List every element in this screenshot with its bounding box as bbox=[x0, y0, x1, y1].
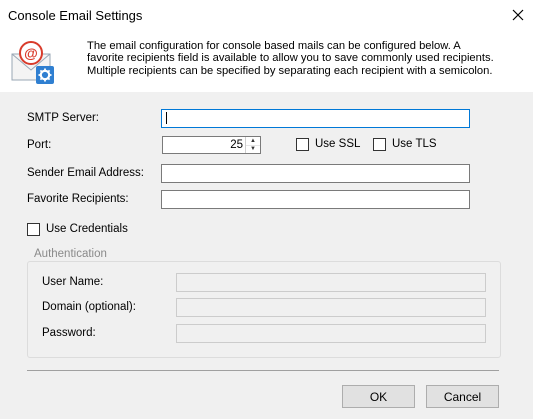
spin-down-button[interactable]: ▼ bbox=[246, 145, 260, 153]
use-credentials-checkbox[interactable] bbox=[27, 223, 40, 236]
ok-button[interactable]: OK bbox=[342, 385, 415, 408]
smtp-server-input[interactable] bbox=[161, 109, 470, 128]
use-tls-label[interactable]: Use TLS bbox=[392, 138, 437, 150]
use-tls-checkbox[interactable] bbox=[373, 138, 386, 151]
use-ssl-label[interactable]: Use SSL bbox=[315, 138, 360, 150]
password-input[interactable] bbox=[176, 324, 486, 343]
cancel-button[interactable]: Cancel bbox=[426, 385, 499, 408]
description-line: Multiple recipients can be specified by … bbox=[87, 64, 493, 77]
description-line: The email configuration for console base… bbox=[87, 40, 461, 52]
footer-separator bbox=[27, 370, 499, 371]
port-label: Port: bbox=[27, 139, 52, 151]
favorite-recipients-input[interactable] bbox=[161, 190, 470, 209]
user-name-input[interactable] bbox=[176, 273, 486, 292]
window-title: Console Email Settings bbox=[8, 8, 143, 23]
close-button[interactable] bbox=[503, 2, 533, 28]
domain-label: Domain (optional): bbox=[42, 301, 136, 313]
smtp-server-label: SMTP Server: bbox=[27, 112, 99, 124]
user-name-label: User Name: bbox=[42, 276, 104, 288]
title-bar: Console Email Settings bbox=[0, 0, 533, 30]
domain-input[interactable] bbox=[176, 298, 486, 317]
sender-email-input[interactable] bbox=[161, 164, 470, 183]
dialog-description: The email configuration for console base… bbox=[87, 40, 507, 77]
port-value: 25 bbox=[230, 139, 243, 151]
use-ssl-checkbox[interactable] bbox=[296, 138, 309, 151]
favorite-recipients-label: Favorite Recipients: bbox=[27, 193, 129, 205]
authentication-group-title: Authentication bbox=[31, 248, 110, 260]
password-label: Password: bbox=[42, 327, 96, 339]
spin-buttons: ▲ ▼ bbox=[245, 137, 260, 153]
close-icon bbox=[512, 9, 524, 21]
chevron-up-icon: ▲ bbox=[250, 138, 256, 144]
port-spinner[interactable]: 25 ▲ ▼ bbox=[162, 136, 261, 154]
text-caret bbox=[166, 112, 167, 124]
description-line: favorite recipients field is available t… bbox=[87, 52, 494, 65]
email-settings-icon: @ bbox=[10, 40, 60, 86]
use-credentials-label[interactable]: Use Credentials bbox=[46, 223, 128, 235]
chevron-down-icon: ▼ bbox=[250, 146, 256, 152]
svg-text:@: @ bbox=[24, 45, 38, 61]
sender-email-label: Sender Email Address: bbox=[27, 167, 144, 179]
